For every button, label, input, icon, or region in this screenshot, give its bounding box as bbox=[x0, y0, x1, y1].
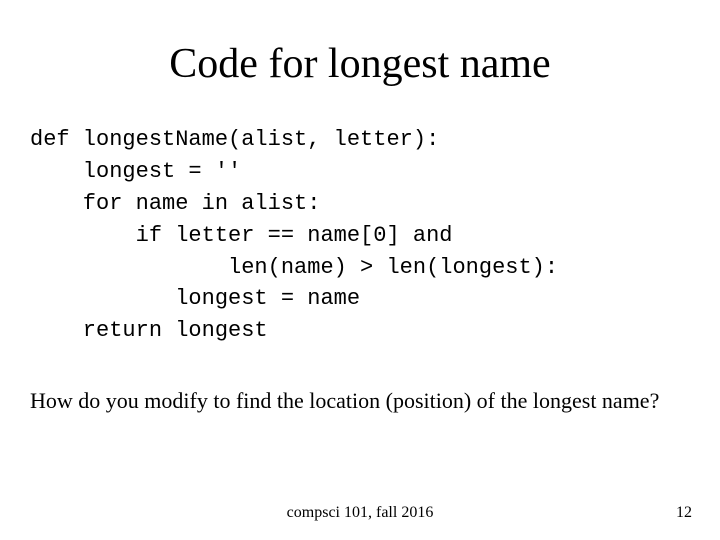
prompt-question: How do you modify to find the location (… bbox=[30, 387, 670, 416]
page-title: Code for longest name bbox=[30, 40, 690, 88]
slide: Code for longest name def longestName(al… bbox=[0, 0, 720, 540]
footer-page-number: 12 bbox=[676, 504, 692, 522]
code-block: def longestName(alist, letter): longest … bbox=[30, 124, 690, 347]
footer-course: compsci 101, fall 2016 bbox=[0, 504, 720, 522]
